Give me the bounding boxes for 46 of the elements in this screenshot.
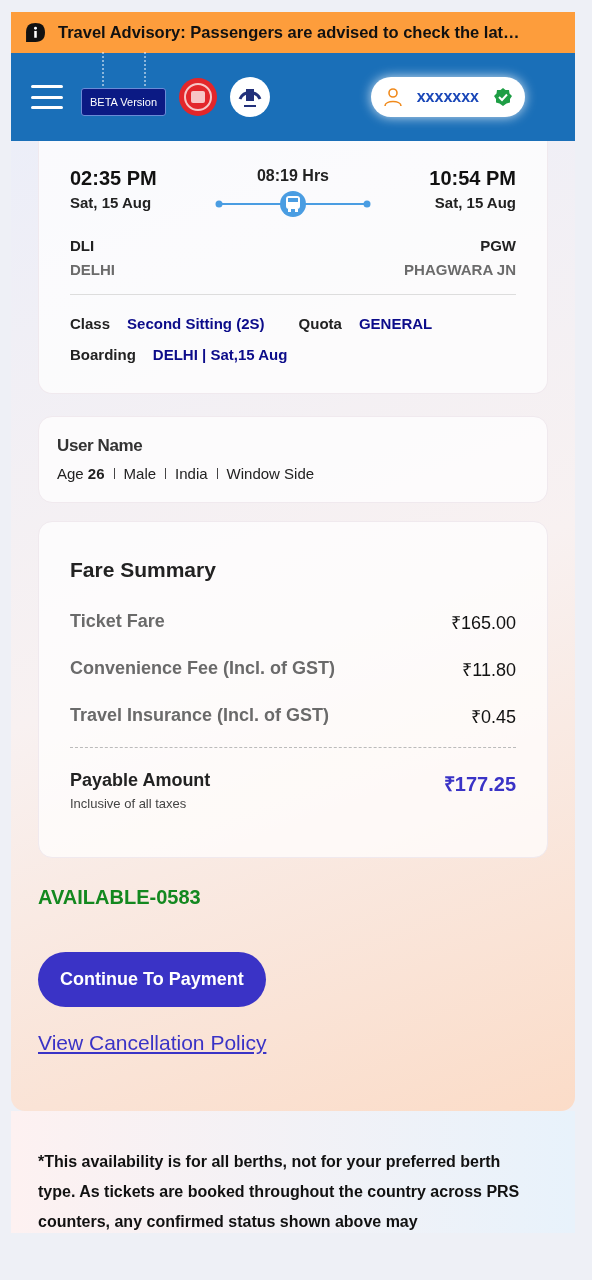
station-code: PGW (480, 237, 516, 254)
user-pill[interactable]: xxxxxxx (370, 77, 525, 117)
payable-amount: ₹177.25 (443, 772, 516, 797)
availability-status: AVAILABLE-0583 (38, 886, 202, 909)
passenger-name: User Name (57, 436, 144, 456)
passenger-detail: Male (123, 465, 157, 482)
station-name: DELHI (70, 261, 115, 278)
info-icon (25, 22, 46, 43)
continue-payment-button[interactable]: Continue To Payment (38, 952, 266, 1007)
fare-amount: ₹0.45 (470, 705, 516, 728)
detail-label: Quota (298, 315, 342, 332)
irctc-logo-icon (230, 77, 271, 117)
cancellation-policy-link[interactable]: View Cancellation Policy (38, 1031, 267, 1055)
arrival-date: Sat, 15 Aug (434, 194, 516, 211)
fare-label: Ticket Fare (70, 611, 165, 632)
detail-label: Class (70, 315, 111, 332)
passenger-detail: Age 26 (57, 465, 105, 482)
fare-summary-title: Fare Summary (70, 558, 217, 582)
menu-icon[interactable] (31, 85, 63, 109)
separator-icon (216, 468, 218, 479)
passenger-detail: Window Side (226, 465, 315, 482)
detail-label: Boarding (70, 346, 136, 363)
advisory-text: Travel Advisory: Passengers are advised to check the lat… (58, 23, 520, 42)
user-name: xxxxxxx (416, 88, 479, 106)
user-icon (382, 87, 403, 107)
station-name: PHAGWARA JN (404, 261, 516, 278)
detail-value: Second Sitting (2S) (127, 315, 265, 332)
arrival-time: 10:54 PM (429, 167, 516, 190)
departure-time: 02:35 PM (70, 167, 157, 190)
departure-date: Sat, 15 Aug (70, 194, 153, 211)
fare-label: Travel Insurance (Incl. of GST) (70, 705, 330, 726)
railway-emblem-icon (178, 77, 219, 117)
disclaimer-text: *This availability is for all berths, not for your preferred berth type. As tickets are booked throughout the country across PRS counters, any confirmed status shown above may (38, 1152, 521, 1232)
fare-label: Convenience Fee (Incl. of GST) (70, 658, 336, 679)
payable-label: Payable Amount (70, 770, 211, 791)
separator-icon (113, 468, 115, 479)
detail-value: DELHI | Sat,15 Aug (152, 346, 288, 363)
station-code: DLI (70, 237, 96, 254)
detail-value: GENERAL (358, 315, 433, 332)
passenger-detail: India (175, 465, 208, 482)
beta-badge: BETA Version (81, 88, 167, 116)
fare-amount: ₹11.80 (462, 658, 516, 681)
fare-amount: ₹165.00 (450, 611, 516, 634)
payable-note: Inclusive of all taxes (70, 796, 188, 811)
journey-duration: 08:19 Hrs (256, 167, 329, 185)
separator-icon (165, 468, 167, 479)
